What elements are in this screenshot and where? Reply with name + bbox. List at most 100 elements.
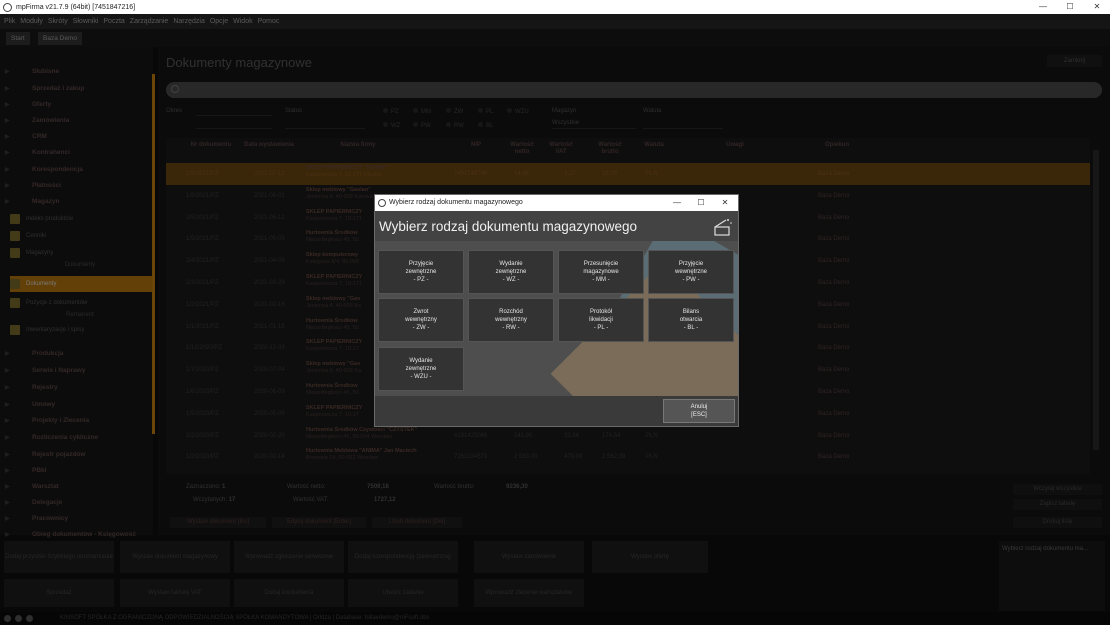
sidebar-group-item[interactable]: ▶ Produkcja xyxy=(0,346,150,362)
sidebar-item-magazyn[interactable]: Magazyny xyxy=(10,245,152,261)
status-select[interactable] xyxy=(285,120,365,129)
sidebar-group-item[interactable]: ▶ CRM xyxy=(0,129,150,145)
sidebar-group-item[interactable]: ▶ Zamówienia xyxy=(0,113,150,129)
table-row[interactable]: 1/2/2020/PZ 2020-02-14 Hurtownia Meblowa "… xyxy=(166,446,1090,468)
sidebar-group-item[interactable]: ▶ Kontrahenci xyxy=(0,145,150,161)
document-type-button[interactable]: Rozchód wewnętrzny - RW - xyxy=(468,298,554,342)
menu-narzedzia[interactable]: Narzędzia xyxy=(173,18,205,25)
menu-opcje[interactable]: Opcje xyxy=(210,18,228,25)
sidebar-group-item[interactable]: ▶ Rejestry xyxy=(0,380,150,396)
menu-zarzadzanie[interactable]: Zarządzanie xyxy=(130,18,169,25)
tab-start[interactable]: Start xyxy=(6,32,30,45)
document-type-button[interactable]: Przyjęcie wewnętrzne - PW - xyxy=(648,250,734,294)
sidebar-group-item[interactable]: ▶ Warsztat xyxy=(0,479,150,495)
waluta-select[interactable] xyxy=(643,120,723,129)
cancel-button[interactable]: Anuluj [ESC] xyxy=(663,399,735,423)
doc-type-checkbox[interactable]: WZU xyxy=(507,108,529,115)
menu-poczta[interactable]: Poczta xyxy=(103,18,124,25)
quick-launch-button[interactable]: Wystaw ofertę xyxy=(592,541,708,573)
sidebar-group-item[interactable]: ▶ Sprzedaż i zakup xyxy=(0,81,150,97)
load-all-button[interactable]: Wczytaj wszystkie xyxy=(1013,484,1102,495)
column-header[interactable]: Wartość VAT xyxy=(548,142,574,156)
quick-launch-button[interactable]: Wystaw zamówienie xyxy=(474,541,584,573)
document-type-button[interactable]: Wydanie zewnętrzne - WZ - xyxy=(468,250,554,294)
sidebar-group-item[interactable]: ▶ Serwis i Naprawy xyxy=(0,363,150,379)
quick-launch-button[interactable]: Wystaw fakturę VAT xyxy=(120,579,230,607)
close-tab-button[interactable]: Zamknij xyxy=(1047,55,1102,67)
column-header[interactable]: Nr dokumentu xyxy=(186,142,236,149)
dialog-maximize-button[interactable]: ☐ xyxy=(689,195,713,211)
maximize-button[interactable]: ☐ xyxy=(1059,0,1081,14)
document-type-button[interactable]: Bilans otwarcia - BL - xyxy=(648,298,734,342)
sidebar-item-magazyn[interactable]: Inwentaryzacje i spisy xyxy=(10,322,152,338)
column-header[interactable]: Wartość netto xyxy=(506,142,538,156)
column-header[interactable]: Wartość brutto xyxy=(592,142,628,156)
sidebar-group-item[interactable]: ▶ PBkI xyxy=(0,463,150,479)
column-header[interactable]: NIP xyxy=(458,142,494,149)
document-type-button[interactable]: Przesunięcie magazynowe - MM - xyxy=(558,250,644,294)
document-type-button[interactable]: Protokół likwidacji - PL - xyxy=(558,298,644,342)
document-type-button[interactable]: Przyjęcie zewnętrzne - PZ - xyxy=(378,250,464,294)
doc-type-checkbox[interactable]: PL xyxy=(478,108,493,115)
sidebar-group-item[interactable]: ▶ Oferty xyxy=(0,97,150,113)
doc-type-checkbox[interactable]: ZW xyxy=(446,108,463,115)
quick-launch-button[interactable]: Dodaj kontrahenta xyxy=(234,579,344,607)
menu-plik[interactable]: Plik xyxy=(4,18,15,25)
doc-type-checkbox[interactable]: RW xyxy=(446,122,464,129)
doc-type-checkbox[interactable]: PZ xyxy=(383,108,399,115)
search-input[interactable] xyxy=(166,82,1102,98)
quick-launch-button[interactable]: Utwórz zadanie xyxy=(348,579,458,607)
document-type-button[interactable]: Wydanie zewnętrzne - WZU - xyxy=(378,347,464,391)
menu-slowniki[interactable]: Słowniki xyxy=(73,18,99,25)
doc-type-checkbox[interactable]: WZ xyxy=(383,122,400,129)
quick-launch-button[interactable]: Wprowadź zgłoszenie serwisowe xyxy=(234,541,344,573)
sidebar-item-magazyn[interactable]: Cenniki xyxy=(10,228,152,244)
quick-launch-button[interactable]: Dodaj korespondencję (zewnętrzną) xyxy=(348,541,458,573)
doc-type-checkbox[interactable]: PW xyxy=(413,122,431,129)
quick-launch-button[interactable]: Wprowadź zlecenie warsztatowe xyxy=(474,579,584,607)
sidebar-scrollbar[interactable] xyxy=(152,74,155,434)
tab-baza-demo[interactable]: Baza Demo xyxy=(38,32,82,45)
sidebar-item-magazyn[interactable]: Pozycje z dokumentów xyxy=(10,295,152,311)
menu-widok[interactable]: Widok xyxy=(233,18,252,25)
doc-type-checkbox[interactable]: MM xyxy=(413,108,431,115)
sidebar-group-item[interactable]: ▶ Projekty i Zlecenia xyxy=(0,413,150,429)
menu-pomoc[interactable]: Pomoc xyxy=(258,18,280,25)
edit-document-button[interactable]: Edytuj dokument [Enter] xyxy=(272,517,366,528)
quick-launch-button[interactable]: Dodaj przyciski Szybkiego uruchamiania xyxy=(4,541,114,573)
quick-launch-button[interactable]: Wystaw dokument magazynowy xyxy=(120,541,230,573)
save-table-button[interactable]: Zapisz tabelę xyxy=(1013,499,1102,510)
dialog-preview-thumbnail[interactable]: Wybierz rodzaj dokumentu ma... xyxy=(999,541,1105,611)
sidebar-group-item[interactable]: ▶ Umowy xyxy=(0,397,150,413)
sidebar-group-item[interactable]: ▶ Magazyn xyxy=(0,194,150,210)
add-document-button[interactable]: Wystaw dokument [Ins] xyxy=(170,517,266,528)
dialog-minimize-button[interactable]: — xyxy=(665,195,689,211)
okres-range-select[interactable] xyxy=(196,120,272,129)
quick-launch-button[interactable]: Sprzedaż xyxy=(4,579,114,607)
sidebar-item-magazyn[interactable]: Indeks produktów xyxy=(10,211,152,227)
column-header[interactable]: Waluta xyxy=(640,142,668,149)
magazyn-select[interactable]: Wszystkie xyxy=(552,120,636,129)
menu-skroty[interactable]: Skróty xyxy=(48,18,68,25)
table-row[interactable]: 2/2/2020/PZ 2020-02-20 Hurtownia Środków C… xyxy=(166,425,1090,447)
sidebar-group-item[interactable]: ▶ Płatności xyxy=(0,178,150,194)
sidebar-group-item[interactable]: ▶ Rejestr pojazdów xyxy=(0,447,150,463)
sidebar-group-item[interactable]: ▶ Słubisne xyxy=(0,64,150,80)
document-type-button[interactable]: Zwrot wewnętrzny - ZW - xyxy=(378,298,464,342)
column-header[interactable]: Uwagi xyxy=(700,142,770,149)
sidebar-item-dokumenty[interactable]: Dokumenty xyxy=(10,276,152,292)
table-scroll-thumb[interactable] xyxy=(1093,150,1099,450)
print-list-button[interactable]: Drukuj listę xyxy=(1013,517,1102,528)
column-header[interactable]: Nazwa firmy xyxy=(318,142,398,149)
column-header[interactable]: Opiekun xyxy=(812,142,862,149)
close-window-button[interactable]: ✕ xyxy=(1086,0,1108,14)
sidebar-group-item[interactable]: ▶ Rozliczenia cykliczne xyxy=(0,430,150,446)
sidebar-group-item[interactable]: ▶ Pracownicy xyxy=(0,511,150,527)
okres-select[interactable] xyxy=(196,107,272,116)
dialog-close-button[interactable]: ✕ xyxy=(713,195,737,211)
menu-moduly[interactable]: Moduły xyxy=(20,18,43,25)
minimize-button[interactable]: — xyxy=(1032,0,1054,14)
delete-document-button[interactable]: Usuń dokument [Del] xyxy=(372,517,462,528)
sidebar-group-item[interactable]: ▶ Korespondencja xyxy=(0,162,150,178)
doc-type-checkbox[interactable]: BL xyxy=(478,122,493,129)
